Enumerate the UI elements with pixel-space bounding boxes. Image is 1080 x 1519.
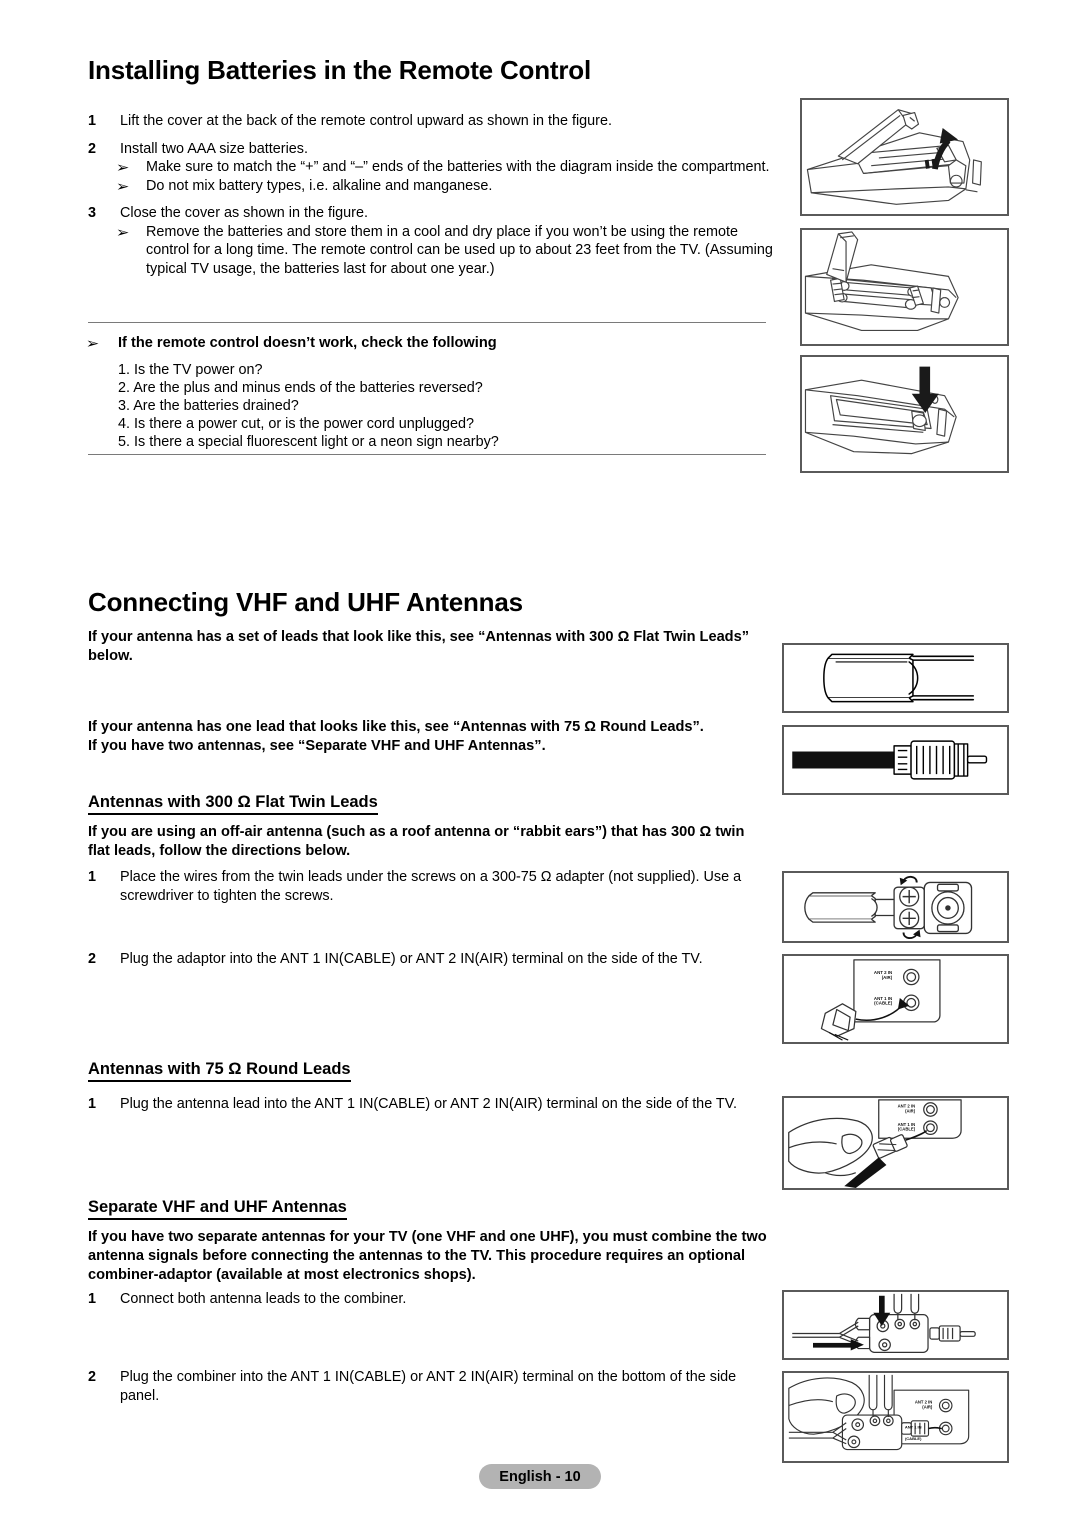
troubleshooting-heading-row: ➢ If the remote control doesn’t work, ch…: [85, 334, 778, 353]
check-item: 5. Is there a special fluorescent light …: [118, 434, 499, 451]
subsection-flat-twin-leads: Antennas with 300 Ω Flat Twin Leads: [88, 793, 778, 815]
bullet-item: ➢ Do not mix battery types, i.e. alkalin…: [88, 177, 778, 196]
page-footer-label: English - 10: [499, 1468, 581, 1485]
arrow-bullet-icon: ➢: [85, 335, 100, 351]
figure-remote-batteries: [800, 228, 1009, 346]
page-title-installing-batteries: Installing Batteries in the Remote Contr…: [88, 55, 591, 85]
antenna-intro-2: If your antenna has one lead that looks …: [88, 718, 778, 756]
port-label-ant1: ANT 1 IN: [905, 1424, 922, 1429]
subsection-heading-separate-antennas: Separate VHF and UHF Antennas: [88, 1198, 347, 1220]
troubleshooting-heading: If the remote control doesn’t work, chec…: [118, 335, 497, 351]
step-item: 1 Plug the antenna lead into the ANT 1 I…: [88, 1095, 778, 1114]
antenna-intro-2-line-2: If you have two antennas, see “Separate …: [88, 738, 546, 754]
figure-flat-twin-lead: [782, 643, 1009, 713]
check-item: 3. Are the batteries drained?: [118, 397, 299, 414]
bullet-text: Do not mix battery types, i.e. alkaline …: [146, 177, 493, 194]
step-number: 1: [88, 113, 97, 129]
step-text: Plug the antenna lead into the ANT 1 IN(…: [120, 1096, 737, 1112]
battery-steps-list: 1 Lift the cover at the back of the remo…: [88, 112, 778, 278]
port-label-ant2-sub: (AIR): [922, 1404, 933, 1409]
step-text: Plug the combiner into the ANT 1 IN(CABL…: [120, 1369, 737, 1404]
port-label-ant1-sub: (CABLE): [905, 1436, 922, 1441]
figure-adapter-screws: [782, 871, 1009, 943]
section-installing-batteries: Installing Batteries in the Remote Contr…: [88, 56, 778, 85]
step-item: 2 Plug the combiner into the ANT 1 IN(CA…: [88, 1368, 778, 1405]
step-item: 1 Lift the cover at the back of the remo…: [88, 112, 778, 131]
figure-combiner-into-tv: ANT 2 IN (AIR) ANT 1 IN (CABLE): [782, 1371, 1009, 1463]
port-label-ant2-sub: (AIR): [882, 975, 893, 980]
subsection-separate-antennas: Separate VHF and UHF Antennas: [88, 1198, 778, 1220]
step-text: Place the wires from the twin leads unde…: [120, 869, 742, 904]
port-label-ant1-sub: (CABLE): [874, 1001, 893, 1006]
separate-antennas-intro-text: If you have two separate antennas for yo…: [88, 1229, 767, 1283]
flat-twin-intro: If you are using an off-air antenna (suc…: [88, 823, 758, 861]
troubleshooting-list: 1. Is the TV power on? 2. Are the plus a…: [88, 361, 778, 452]
step-number: 1: [88, 1291, 97, 1307]
port-label-ant2-sub: (AIR): [905, 1108, 916, 1113]
troubleshooting-block: ➢ If the remote control doesn’t work, ch…: [85, 334, 778, 452]
divider-bottom: [88, 454, 778, 455]
separate-antennas-intro: If you have two separate antennas for yo…: [88, 1228, 778, 1285]
manual-page: Installing Batteries in the Remote Contr…: [0, 0, 1080, 1519]
step-text: Install two AAA size batteries.: [120, 140, 308, 157]
separate-antennas-step-2: 2 Plug the combiner into the ANT 1 IN(CA…: [88, 1368, 778, 1405]
flat-twin-intro-text: If you are using an off-air antenna (suc…: [88, 824, 745, 859]
arrow-bullet-icon: ➢: [115, 177, 130, 194]
figure-round-coax-lead: [782, 725, 1009, 795]
port-label-ant1-sub: (CABLE): [898, 1127, 916, 1132]
figure-remote-cover-close: [800, 355, 1009, 473]
step-number: 2: [88, 951, 97, 967]
bullet-item: ➢ Make sure to match the “+” and “–” end…: [88, 158, 778, 177]
bullet-text: Make sure to match the “+” and “–” ends …: [146, 159, 770, 175]
section-connecting-antennas: Connecting VHF and UHF Antennas: [88, 588, 778, 617]
figure-combiner: [782, 1290, 1009, 1360]
step-item: 1 Place the wires from the twin leads un…: [88, 868, 758, 905]
subsection-heading-round-leads: Antennas with 75 Ω Round Leads: [88, 1060, 351, 1082]
page-title-connecting-antennas: Connecting VHF and UHF Antennas: [88, 587, 523, 617]
arrow-bullet-icon: ➢: [115, 223, 130, 240]
step-text: Close the cover as shown in the figure.: [120, 205, 368, 221]
antenna-intro-1: If your antenna has a set of leads that …: [88, 628, 752, 666]
figure-adapter-into-tv: ANT 2 IN (AIR) ANT 1 IN (CABLE): [782, 954, 1009, 1044]
figure-remote-cover-lift: [800, 98, 1009, 216]
step-item: 3 Close the cover as shown in the figure…: [88, 204, 778, 223]
step-number: 1: [88, 1096, 97, 1112]
antenna-intro-2-line-1: If your antenna has one lead that looks …: [88, 719, 704, 735]
check-item: 1. Is the TV power on?: [118, 361, 263, 378]
step-text: Lift the cover at the back of the remote…: [120, 113, 612, 129]
page-footer-badge: English - 10: [479, 1464, 601, 1489]
flat-twin-step-1: 1 Place the wires from the twin leads un…: [88, 868, 758, 905]
horizontal-rule: [88, 454, 766, 455]
divider-top: [88, 322, 778, 323]
step-text: Connect both antenna leads to the combin…: [120, 1291, 407, 1307]
flat-twin-step-2: 2 Plug the adaptor into the ANT 1 IN(CAB…: [88, 950, 778, 969]
bullet-text: Remove the batteries and store them in a…: [146, 223, 773, 277]
step-number: 2: [88, 140, 97, 157]
separate-antennas-step-1: 1 Connect both antenna leads to the comb…: [88, 1290, 778, 1309]
arrow-bullet-icon: ➢: [115, 159, 130, 175]
step-number: 3: [88, 205, 97, 221]
step-item: 2 Install two AAA size batteries.: [88, 140, 778, 159]
check-item: 4. Is there a power cut, or is the power…: [118, 416, 474, 433]
check-item: 2. Are the plus and minus ends of the ba…: [118, 379, 483, 396]
step-item: 1 Connect both antenna leads to the comb…: [88, 1290, 778, 1309]
step-number: 1: [88, 869, 97, 885]
round-leads-step-1: 1 Plug the antenna lead into the ANT 1 I…: [88, 1095, 778, 1114]
horizontal-rule: [88, 322, 766, 323]
subsection-heading-flat-twin: Antennas with 300 Ω Flat Twin Leads: [88, 793, 378, 815]
bullet-item: ➢ Remove the batteries and store them in…: [88, 223, 778, 279]
antenna-intro-1-text: If your antenna has a set of leads that …: [88, 629, 750, 664]
step-number: 2: [88, 1369, 97, 1385]
figure-coax-into-tv: ANT 2 IN (AIR) ANT 1 IN (CABLE): [782, 1096, 1009, 1190]
step-text: Plug the adaptor into the ANT 1 IN(CABLE…: [120, 951, 703, 967]
step-item: 2 Plug the adaptor into the ANT 1 IN(CAB…: [88, 950, 778, 969]
subsection-round-leads: Antennas with 75 Ω Round Leads: [88, 1060, 778, 1082]
